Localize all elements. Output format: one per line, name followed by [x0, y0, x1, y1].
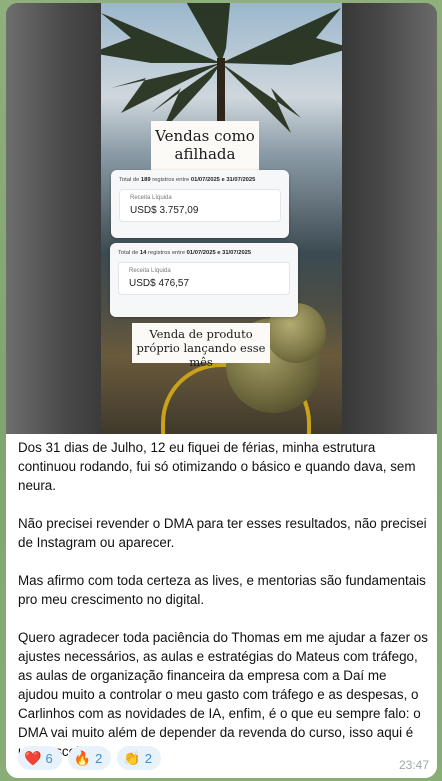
reaction-fire[interactable]: 🔥 2: [67, 746, 112, 770]
message-bubble: Vendas como afilhada Total de 189 regist…: [6, 3, 437, 778]
net-revenue-label: Receita Líquida: [130, 195, 172, 201]
sales-card-affiliate: Total de 189 registros entre 01/07/2025 …: [111, 170, 289, 238]
heart-icon: ❤️: [24, 750, 42, 766]
message-paragraph: Dos 31 dias de Julho, 12 eu fiquei de fé…: [18, 440, 416, 493]
image-blur-left: [6, 3, 101, 434]
message-paragraph: Quero agradecer toda paciência do Thomas…: [18, 630, 428, 759]
image-blur-right: [342, 3, 437, 434]
sales-card-own-product: Total de 14 registros entre 01/07/2025 e…: [110, 243, 298, 317]
net-revenue-value: USD$ 3.757,09: [130, 205, 199, 216]
message-timestamp: 23:47: [398, 758, 429, 772]
reaction-count: 2: [144, 750, 153, 766]
reaction-clap[interactable]: 👏 2: [117, 746, 162, 770]
message-text: Dos 31 dias de Julho, 12 eu fiquei de fé…: [18, 438, 430, 761]
records-summary: Total de 14 registros entre 01/07/2025 e…: [118, 250, 252, 256]
net-revenue-value: USD$ 476,57: [129, 278, 190, 289]
net-revenue-label: Receita Líquida: [129, 268, 171, 274]
fire-icon: 🔥: [73, 750, 92, 766]
reaction-count: 6: [45, 750, 53, 766]
reaction-count: 2: [95, 750, 103, 766]
caption-own-product: Venda de produto próprio lançando esse m…: [132, 323, 270, 368]
message-image[interactable]: Vendas como afilhada Total de 189 regist…: [6, 3, 437, 434]
reaction-heart[interactable]: ❤️ 6: [18, 746, 62, 770]
net-revenue-box: Receita Líquida USD$ 3.757,09: [119, 189, 281, 222]
message-paragraph: Mas afirmo com toda certeza as lives, e …: [18, 573, 426, 607]
clapping-hands-icon: 👏: [123, 750, 141, 766]
message-paragraph: Não precisei revender o DMA para ter ess…: [18, 516, 427, 550]
reactions-bar: ❤️ 6 🔥 2 👏 2: [18, 746, 162, 770]
caption-affiliate-sales: Vendas como afilhada: [151, 121, 259, 171]
net-revenue-box: Receita Líquida USD$ 476,57: [118, 262, 290, 295]
records-summary: Total de 189 registros entre 01/07/2025 …: [119, 177, 256, 183]
